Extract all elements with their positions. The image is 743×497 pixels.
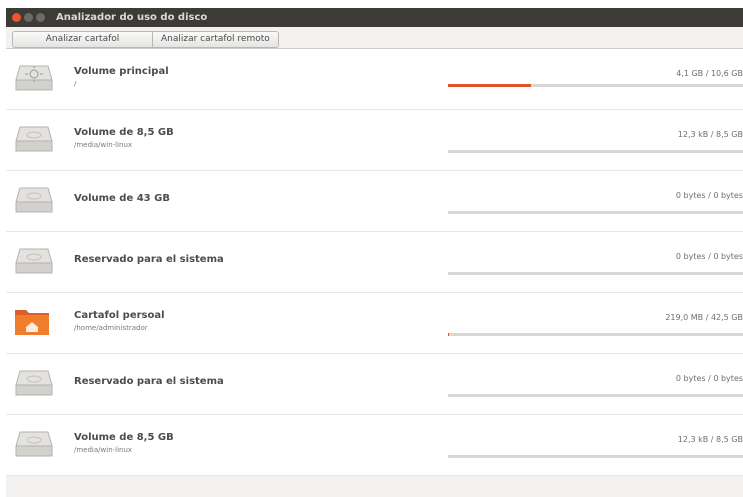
volume-usage-fill [448, 333, 450, 336]
volume-usage-bar [448, 150, 743, 153]
home-folder-icon [14, 306, 54, 335]
volume-row[interactable]: Volume de 8,5 GB/media/win-linux 12,3 kB … [6, 415, 743, 476]
system-drive-icon [14, 62, 54, 91]
volume-row[interactable]: Volume principal / 4,1 GB / 10,6 GB [6, 49, 743, 110]
volume-usage-text: 4,1 GB / 10,6 GB [676, 69, 743, 78]
volume-row[interactable]: Reservado para el sistema 0 bytes / 0 byt… [6, 354, 743, 415]
volume-name: Volume de 8,5 GB [74, 127, 174, 138]
volume-name: Reservado para el sistema [74, 376, 224, 387]
volume-name: Volume de 43 GB [74, 193, 170, 204]
volume-usage-text: 0 bytes / 0 bytes [675, 191, 743, 200]
volume-mount-path: /media/win-linux [74, 446, 133, 454]
volume-usage-bar [448, 272, 743, 275]
volume-usage-text: 219,0 MB / 42,5 GB [665, 313, 743, 322]
volume-usage-text: 12,3 kB / 8,5 GB [677, 435, 743, 444]
volume-mount-path: /home/administrador [74, 324, 148, 332]
volume-usage-text: 12,3 kB / 8,5 GB [677, 130, 743, 139]
volume-name: Volume de 8,5 GB [74, 432, 174, 443]
volume-list: Volume principal/4,1 GB / 10,6 GB Volume … [6, 49, 743, 476]
title-bar: Analizador do uso do disco [6, 8, 743, 27]
drive-icon [14, 245, 54, 274]
toolbar: Analizar cartafol Analizar cartafol remo… [6, 27, 743, 49]
volume-usage-text: 0 bytes / 0 bytes [675, 374, 743, 383]
analyze-folder-button[interactable]: Analizar cartafol [12, 31, 153, 48]
maximize-window-button[interactable] [36, 13, 45, 22]
volume-usage-bar [448, 394, 743, 397]
drive-icon [14, 367, 54, 396]
volume-mount-path: /media/win-linux [74, 141, 133, 149]
volume-name: Cartafol persoal [74, 310, 165, 321]
analyze-remote-folder-button[interactable]: Analizar cartafol remoto [152, 31, 279, 48]
volume-name: Reservado para el sistema [74, 254, 224, 265]
volume-row[interactable]: Cartafol persoal/home/administrador 219,0… [6, 293, 743, 354]
volume-row[interactable]: Reservado para el sistema 0 bytes / 0 byt… [6, 232, 743, 293]
window-title: Analizador do uso do disco [56, 12, 208, 23]
volume-name: Volume principal [74, 66, 169, 77]
disk-usage-window: Analizador do uso do disco Analizar cart… [6, 8, 743, 497]
volume-usage-fill [448, 84, 531, 87]
volume-usage-bar [448, 333, 743, 336]
close-window-button[interactable] [12, 13, 21, 22]
volume-usage-text: 0 bytes / 0 bytes [675, 252, 743, 261]
volume-usage-bar [448, 211, 743, 214]
volume-mount-path: / [74, 80, 77, 88]
volume-usage-bar [448, 84, 743, 87]
drive-icon [14, 184, 54, 213]
volume-row[interactable]: Volume de 8,5 GB/media/win-linux 12,3 kB … [6, 110, 743, 171]
drive-icon [14, 123, 54, 152]
volume-usage-bar [448, 455, 743, 458]
minimize-window-button[interactable] [24, 13, 33, 22]
volume-row[interactable]: Volume de 43 GB 0 bytes / 0 bytes [6, 171, 743, 232]
drive-icon [14, 428, 54, 457]
